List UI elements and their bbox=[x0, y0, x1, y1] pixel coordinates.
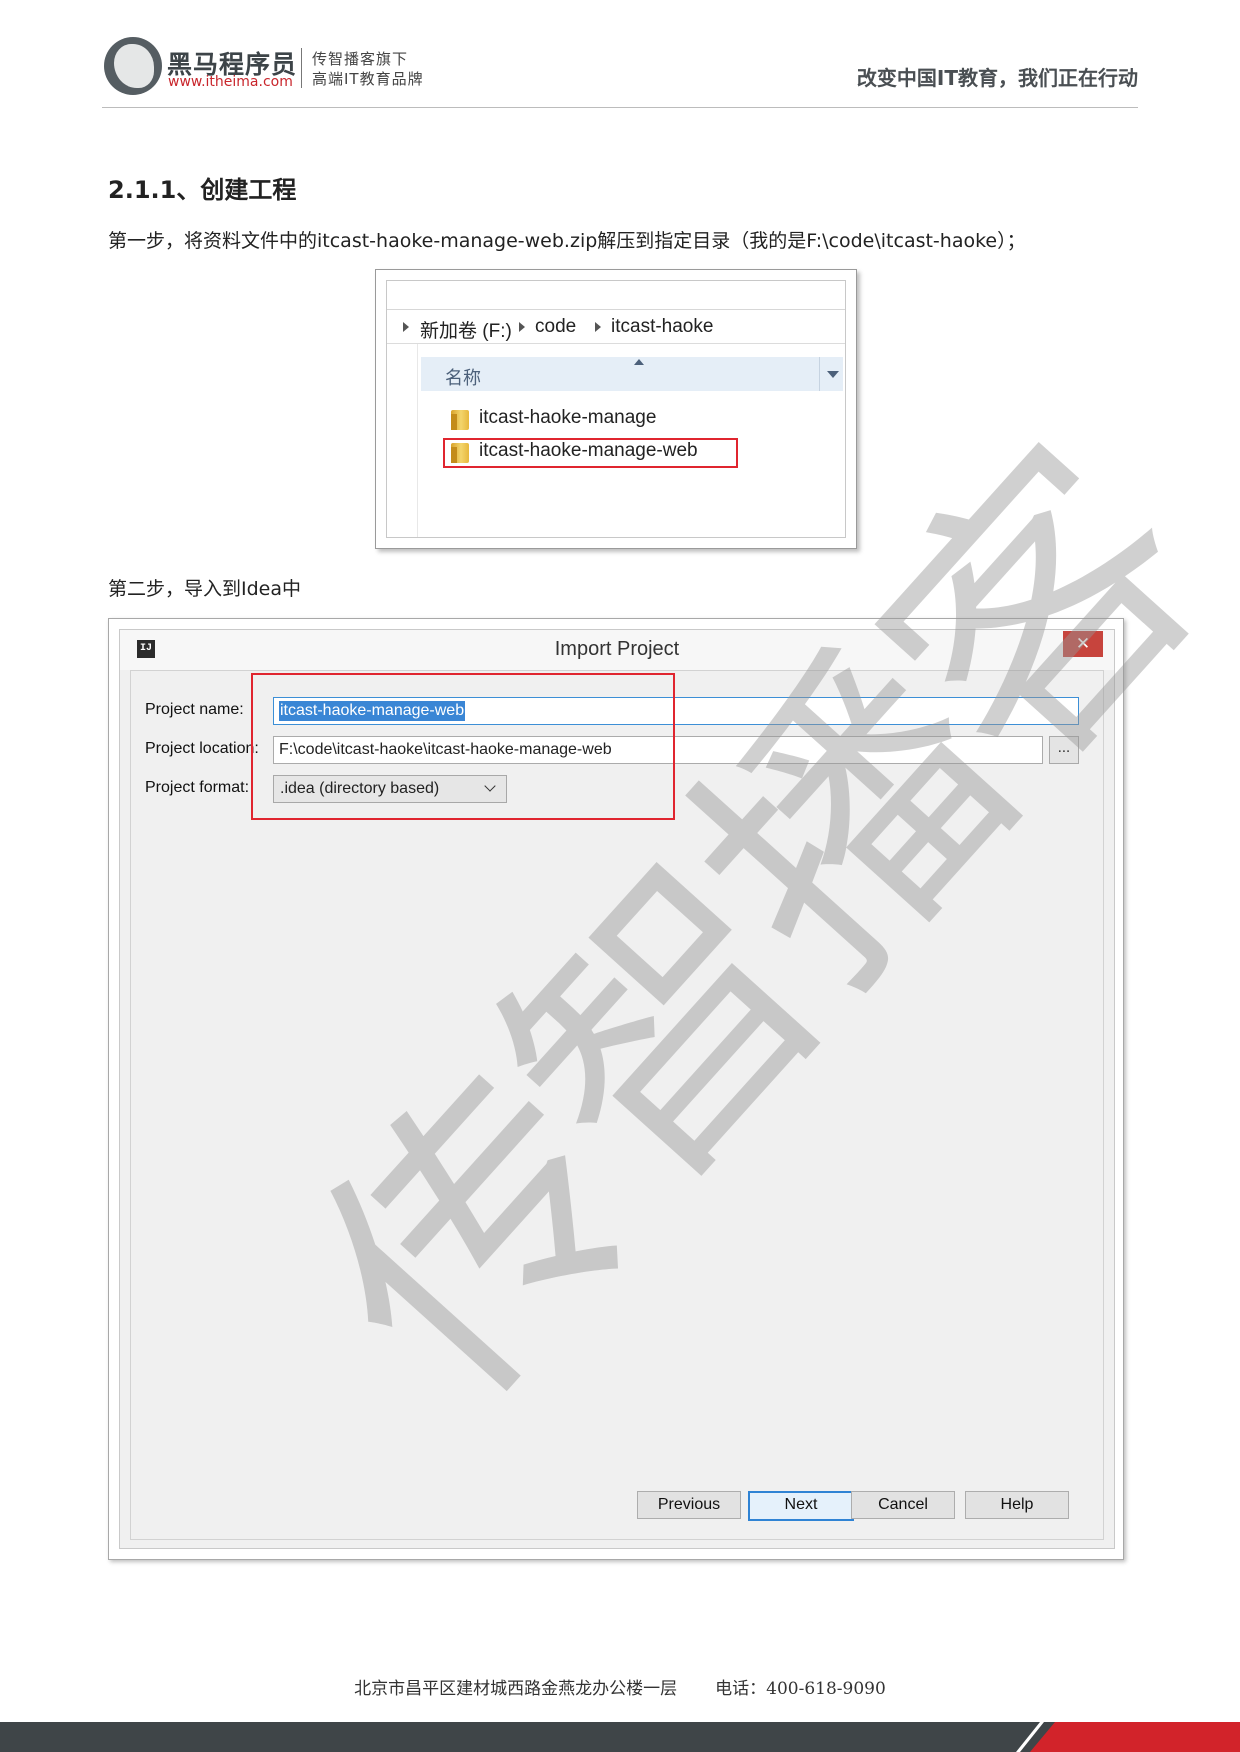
brand-tagline-1: 传智播客旗下 bbox=[312, 50, 409, 68]
explorer-screenshot: 新加卷 (F:) code itcast-haoke 名称 itcast-hao… bbox=[375, 269, 857, 549]
chevron-right-icon[interactable] bbox=[595, 322, 601, 332]
breadcrumb-drive[interactable]: 新加卷 (F:) bbox=[420, 316, 512, 343]
project-name-label: Project name: bbox=[145, 701, 244, 718]
project-location-label: Project location: bbox=[145, 740, 259, 757]
browse-button[interactable]: ... bbox=[1049, 736, 1079, 764]
column-header-label: 名称 bbox=[445, 368, 481, 389]
navigation-pane bbox=[387, 344, 418, 537]
footer-accent bbox=[1030, 1722, 1240, 1752]
next-button[interactable]: Next bbox=[748, 1491, 854, 1521]
folder-name: itcast-haoke-manage bbox=[479, 407, 657, 428]
dialog-screenshot: IJ Import Project ✕ Project name: itcast… bbox=[108, 618, 1124, 1560]
header-divider bbox=[102, 107, 1138, 108]
chevron-right-icon[interactable] bbox=[519, 322, 525, 332]
footer-address: 北京市昌平区建材城西路金燕龙办公楼一层 bbox=[354, 1679, 678, 1699]
highlight-box bbox=[251, 673, 675, 820]
breadcrumb-itcast-haoke[interactable]: itcast-haoke bbox=[611, 316, 713, 338]
footer-phone: 电话：400-618-9090 bbox=[715, 1679, 886, 1699]
close-button[interactable]: ✕ bbox=[1063, 631, 1103, 657]
sort-ascending-icon bbox=[634, 359, 644, 365]
explorer-window: 新加卷 (F:) code itcast-haoke 名称 itcast-hao… bbox=[386, 280, 846, 538]
step2-text: 第二步，导入到Idea中 bbox=[108, 578, 301, 600]
dialog-body: Project name: itcast-haoke-manage-web Pr… bbox=[130, 670, 1104, 1540]
section-heading: 2.1.1、创建工程 bbox=[108, 176, 297, 204]
column-dropdown-icon[interactable] bbox=[827, 371, 839, 378]
folder-icon bbox=[451, 410, 469, 430]
project-format-label: Project format: bbox=[145, 779, 250, 796]
breadcrumb-code[interactable]: code bbox=[535, 316, 576, 338]
column-header-name[interactable]: 名称 bbox=[421, 357, 843, 391]
import-project-dialog: IJ Import Project ✕ Project name: itcast… bbox=[119, 629, 1115, 1549]
help-button[interactable]: Help bbox=[965, 1491, 1069, 1519]
page-header: 黑马程序员 www.itheima.com 传智播客旗下 高端IT教育品牌 改变… bbox=[0, 0, 1240, 110]
logo-divider bbox=[301, 48, 302, 88]
page-footer: 北京市昌平区建材城西路金燕龙办公楼一层 电话：400-618-9090 bbox=[0, 1674, 1240, 1699]
cancel-button[interactable]: Cancel bbox=[851, 1491, 955, 1519]
brand-url: www.itheima.com bbox=[168, 74, 293, 90]
dialog-titlebar[interactable]: IJ Import Project ✕ bbox=[120, 630, 1114, 670]
previous-button[interactable]: Previous bbox=[637, 1491, 741, 1519]
step1-text: 第一步，将资料文件中的itcast-haoke-manage-web.zip解压… bbox=[108, 230, 1026, 252]
brand-tagline-2: 高端IT教育品牌 bbox=[312, 70, 424, 88]
chevron-right-icon[interactable] bbox=[403, 322, 409, 332]
dialog-title: Import Project bbox=[554, 638, 680, 660]
breadcrumb: 新加卷 (F:) code itcast-haoke bbox=[387, 309, 845, 344]
column-divider bbox=[819, 357, 820, 391]
highlight-box bbox=[443, 438, 738, 468]
header-slogan: 改变中国IT教育，我们正在行动 bbox=[856, 66, 1138, 90]
explorer-toolbar bbox=[387, 281, 845, 310]
